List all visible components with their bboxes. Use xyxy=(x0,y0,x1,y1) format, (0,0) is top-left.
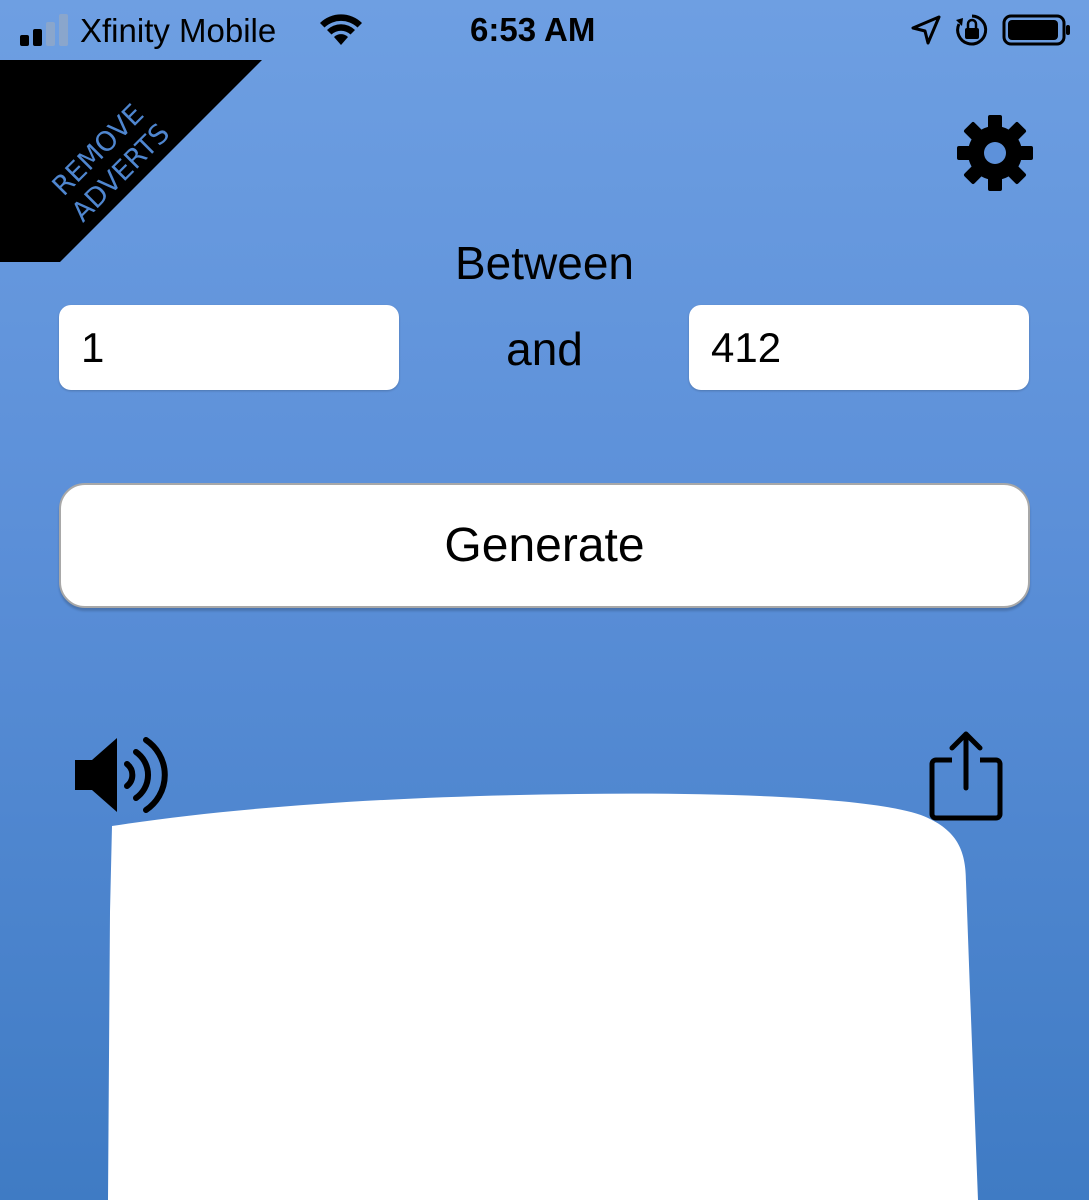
carrier-name: Xfinity Mobile xyxy=(80,12,277,49)
gear-icon[interactable] xyxy=(956,114,1034,192)
status-bar: Xfinity Mobile 6:53 AM xyxy=(0,0,1089,60)
remove-adverts-banner[interactable]: REMOVE ADVERTS xyxy=(0,60,262,262)
result-area xyxy=(108,793,978,1200)
wifi-icon xyxy=(320,14,362,45)
signal-icon xyxy=(20,14,72,46)
max-value-input[interactable]: 412 xyxy=(689,305,1029,390)
battery-icon xyxy=(1002,14,1070,46)
between-label: Between xyxy=(454,237,634,289)
location-icon xyxy=(911,15,941,45)
generate-button[interactable]: Generate xyxy=(59,483,1030,608)
clock: 6:53 AM xyxy=(470,11,596,48)
rotation-lock-icon xyxy=(956,14,988,46)
